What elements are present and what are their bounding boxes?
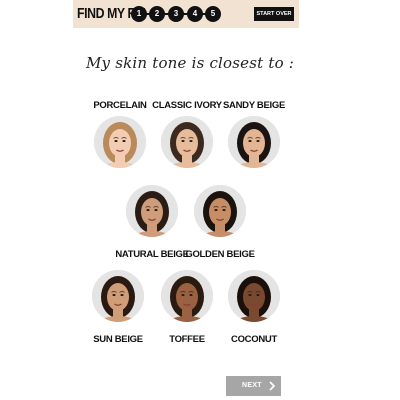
find-my-fit-page: FIND MY FIT 1 2 3 4 5 START OVER My skin… bbox=[0, 0, 400, 400]
face-portrait-image bbox=[228, 116, 280, 168]
face-portrait-image bbox=[161, 116, 213, 168]
step-1[interactable]: 1 bbox=[131, 6, 147, 22]
start-over-button[interactable]: START OVER bbox=[254, 7, 294, 21]
skin-tone-question: My skin tone is closest to : bbox=[86, 54, 295, 72]
step-3[interactable]: 3 bbox=[168, 6, 184, 22]
skin-tone-option-sandy-beige[interactable]: SANDY BEIGE bbox=[212, 100, 296, 180]
step-5[interactable]: 5 bbox=[205, 6, 221, 22]
next-button-label: NEXT bbox=[242, 382, 262, 389]
portrait-sandy-beige bbox=[228, 116, 280, 168]
skin-tone-option-coconut[interactable]: COCONUT bbox=[212, 270, 296, 350]
portrait-sun-beige bbox=[92, 270, 144, 322]
skin-tone-label: GOLDEN BEIGE bbox=[185, 249, 255, 260]
portrait-coconut bbox=[228, 270, 280, 322]
face-portrait-image bbox=[161, 270, 213, 322]
portrait-porcelain bbox=[94, 116, 146, 168]
skin-tone-label: COCONUT bbox=[231, 334, 277, 345]
step-2[interactable]: 2 bbox=[149, 6, 165, 22]
next-button[interactable]: NEXT bbox=[226, 376, 281, 396]
face-portrait-image bbox=[126, 185, 178, 237]
face-portrait-image bbox=[94, 116, 146, 168]
header-bar: FIND MY FIT 1 2 3 4 5 START OVER bbox=[73, 0, 299, 28]
portrait-classic-ivory bbox=[161, 116, 213, 168]
portrait-golden-beige bbox=[194, 185, 246, 237]
face-portrait-image bbox=[194, 185, 246, 237]
face-portrait-image bbox=[228, 270, 280, 322]
chevron-right-icon bbox=[269, 381, 276, 391]
step-4[interactable]: 4 bbox=[187, 6, 203, 22]
skin-tone-label: SANDY BEIGE bbox=[223, 100, 285, 111]
portrait-toffee bbox=[161, 270, 213, 322]
portrait-natural-beige bbox=[126, 185, 178, 237]
step-progress: 1 2 3 4 5 bbox=[131, 6, 221, 22]
face-portrait-image bbox=[92, 270, 144, 322]
skin-tone-option-golden-beige[interactable]: GOLDEN BEIGE bbox=[178, 185, 262, 265]
